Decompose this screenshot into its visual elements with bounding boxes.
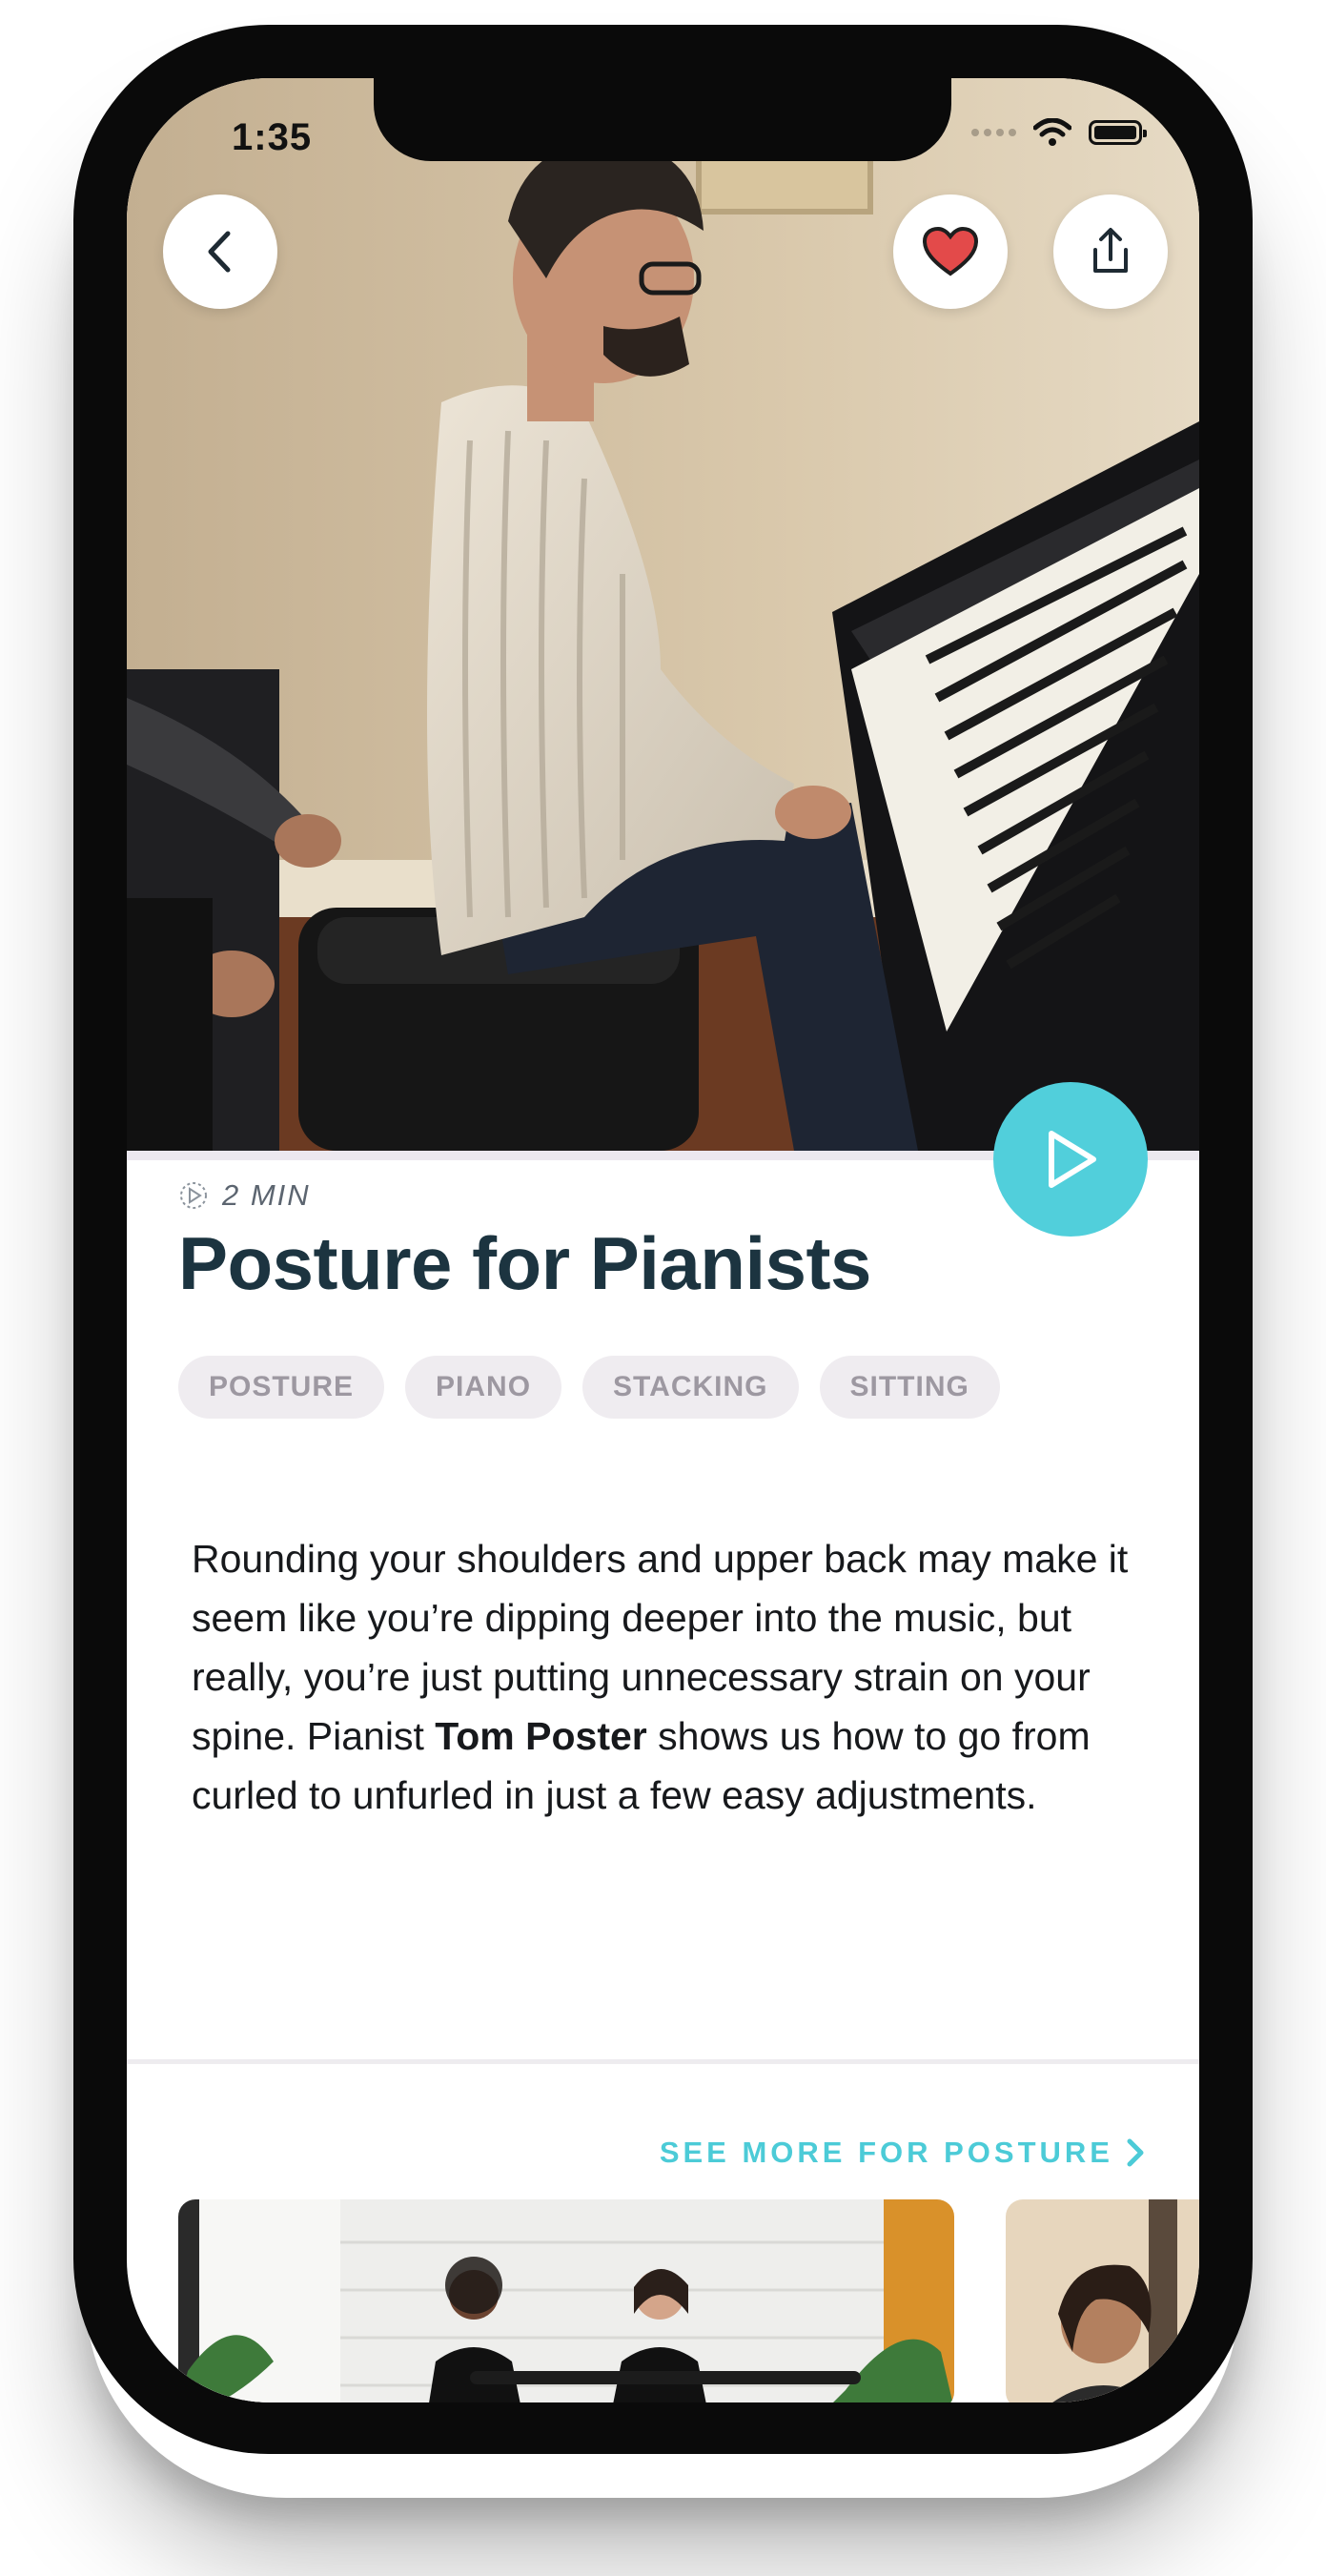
- app-screen: 1:35 2 MIN Posture for Pianists POSTURE …: [127, 78, 1199, 2402]
- timer-icon: [180, 1182, 207, 1209]
- duration-label: 2 MIN: [222, 1178, 311, 1212]
- back-button[interactable]: [163, 194, 277, 309]
- related-video-thumbnail: [1006, 2199, 1199, 2402]
- tag-piano[interactable]: PIANO: [405, 1356, 562, 1419]
- device-notch: [374, 78, 951, 161]
- play-button[interactable]: [993, 1082, 1148, 1237]
- tag-stacking[interactable]: STACKING: [582, 1356, 799, 1419]
- play-icon: [1049, 1131, 1096, 1188]
- favorite-button[interactable]: [893, 194, 1008, 309]
- tag-sitting[interactable]: SITTING: [819, 1356, 1000, 1419]
- status-icons: [971, 118, 1147, 147]
- status-time: 1:35: [232, 116, 313, 158]
- heart-icon: [922, 226, 979, 276]
- video-title: Posture for Pianists: [178, 1221, 871, 1305]
- battery-icon: [1089, 120, 1147, 145]
- instructor-name: Tom Poster: [435, 1714, 647, 1758]
- duration-row: 2 MIN: [178, 1178, 311, 1213]
- video-description: Rounding your shoulders and upper back m…: [192, 1529, 1145, 1825]
- section-divider: [127, 2059, 1199, 2064]
- see-more-link[interactable]: SEE MORE FOR POSTURE: [660, 2136, 1146, 2170]
- share-button[interactable]: [1053, 194, 1168, 309]
- video-thumbnail[interactable]: [127, 78, 1199, 1151]
- related-video-card[interactable]: [1006, 2199, 1199, 2402]
- home-indicator: [470, 2371, 861, 2384]
- share-icon: [1093, 228, 1128, 273]
- tag-list: POSTURE PIANO STACKING SITTING: [178, 1356, 1000, 1419]
- chevron-right-icon: [1127, 2138, 1144, 2167]
- chevron-left-icon: [208, 231, 231, 273]
- pianist-illustration: [127, 78, 1199, 1151]
- see-more-label: SEE MORE FOR POSTURE: [659, 2136, 1113, 2169]
- cellular-signal-icon: [971, 129, 1016, 136]
- tag-posture[interactable]: POSTURE: [178, 1356, 385, 1419]
- wifi-icon: [1033, 118, 1071, 146]
